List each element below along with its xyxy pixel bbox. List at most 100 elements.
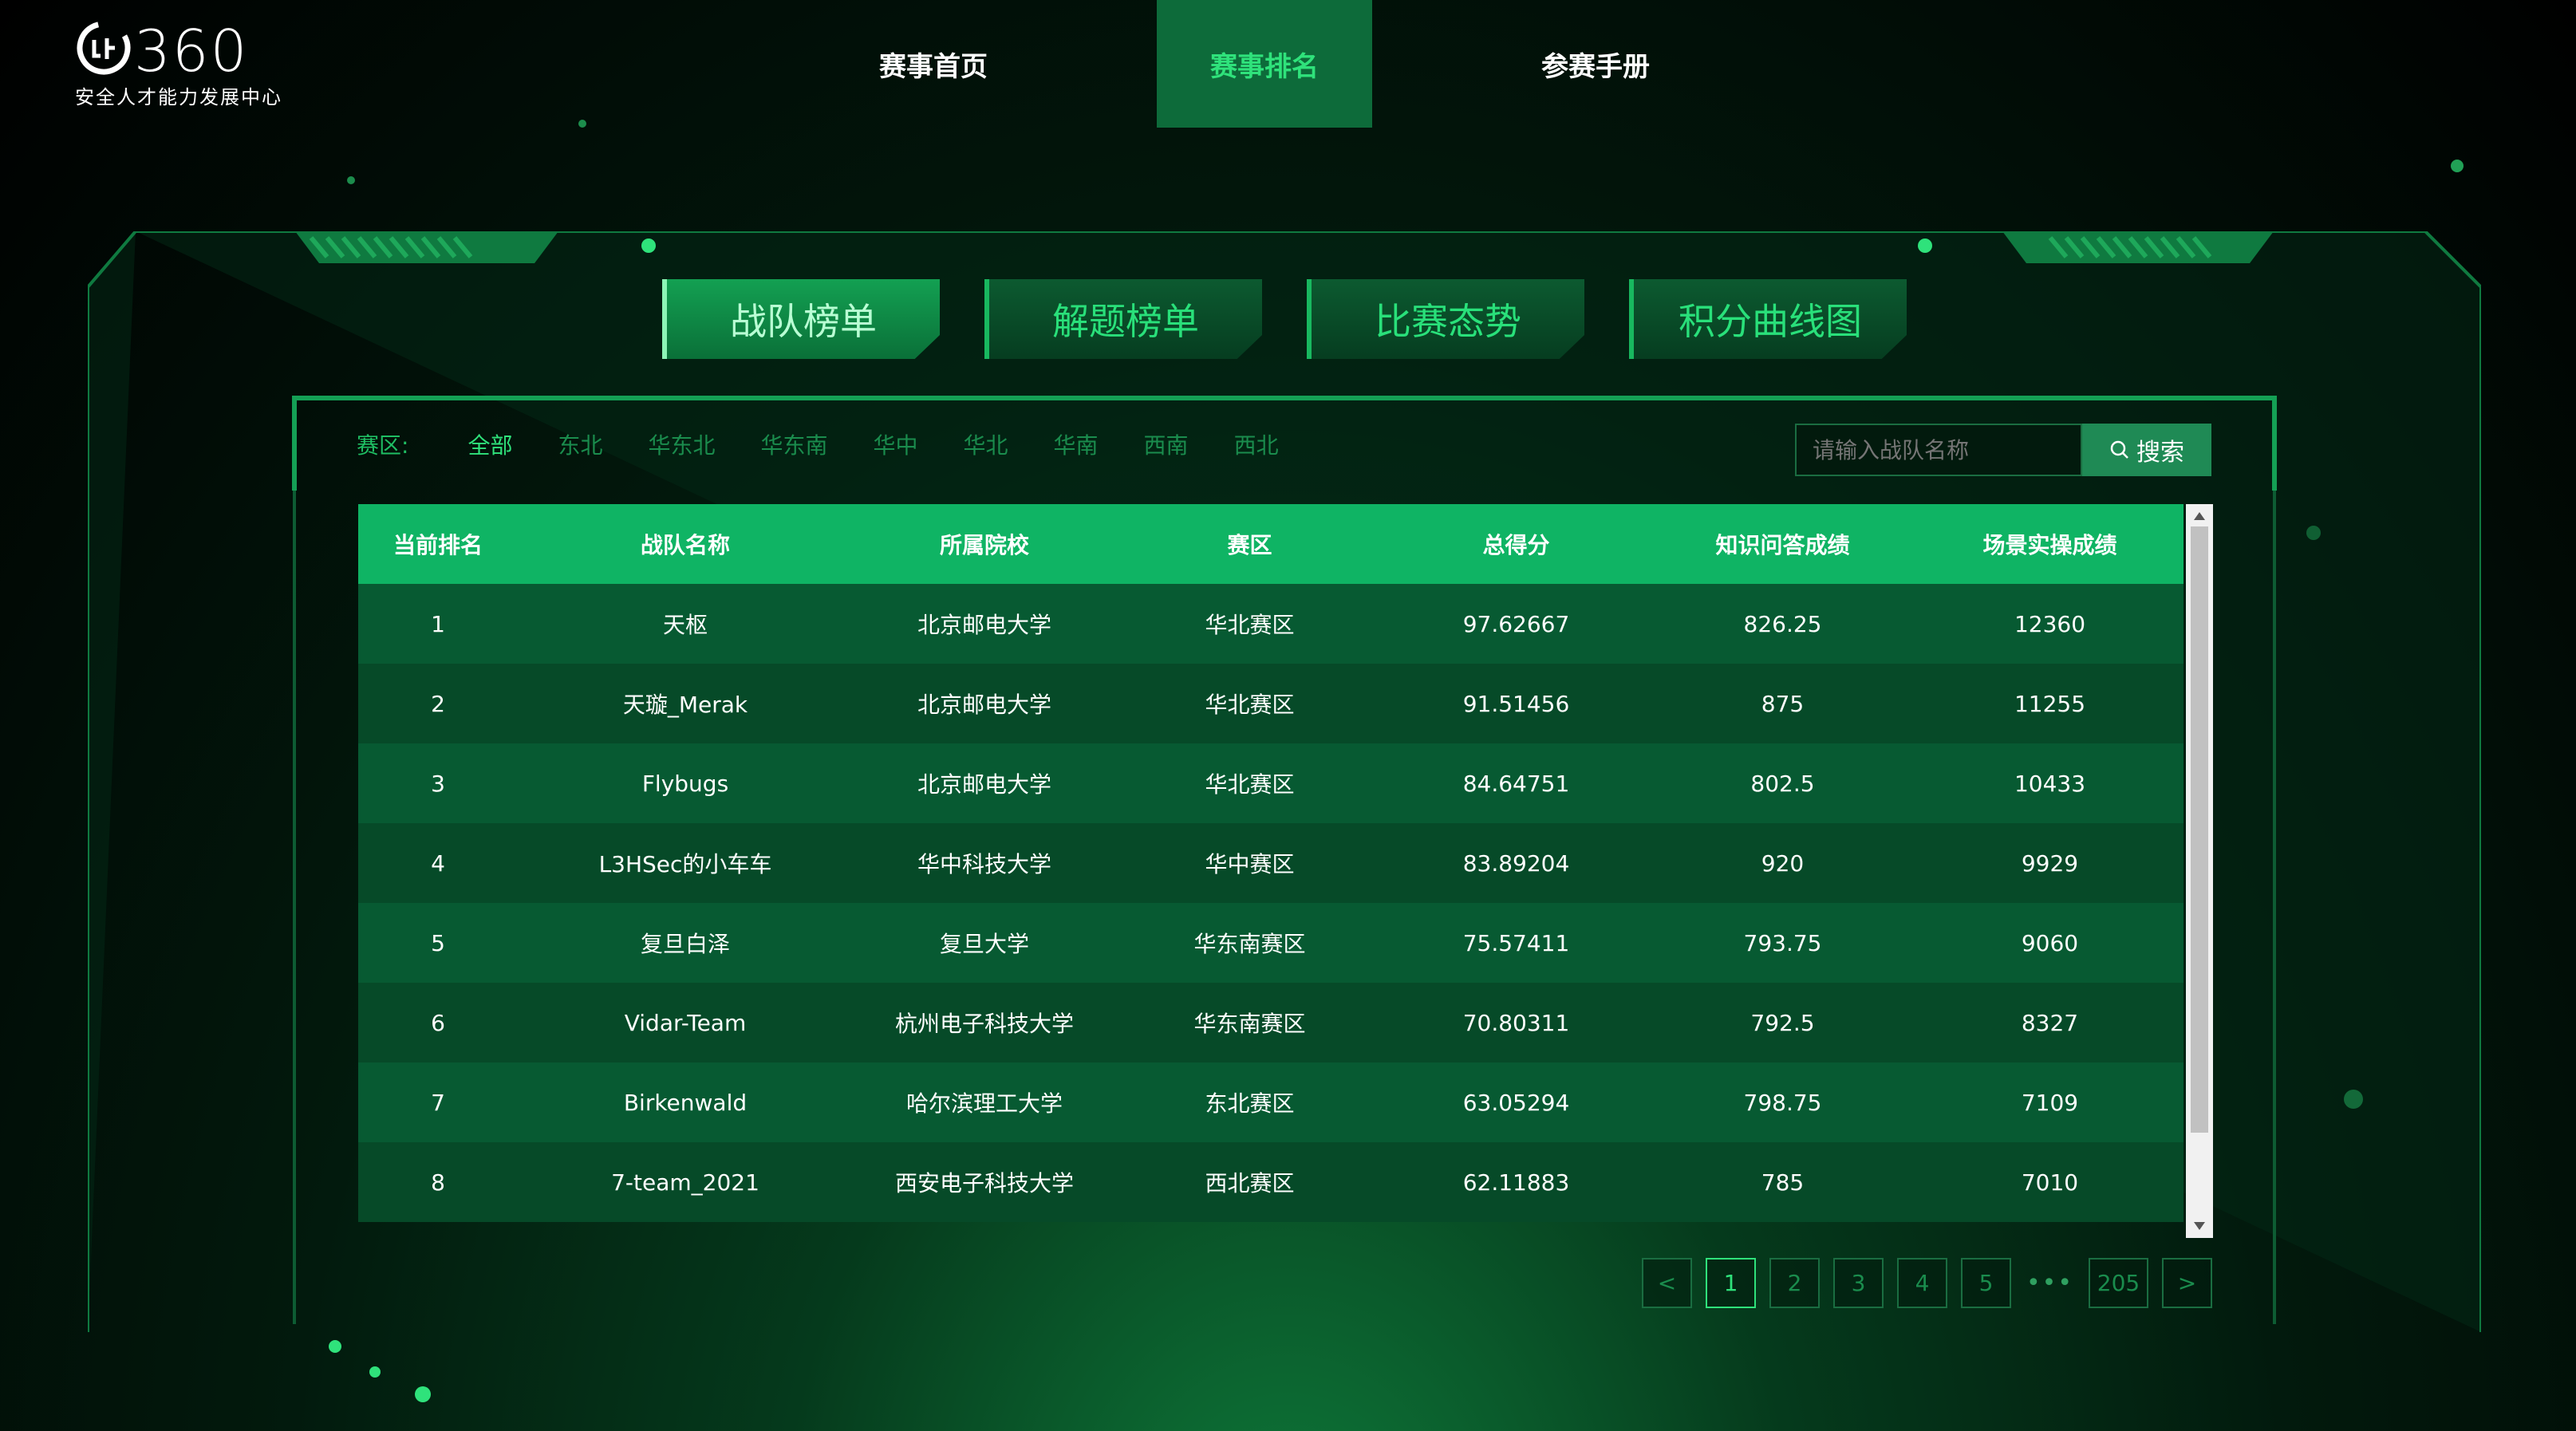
region-northeast[interactable]: 东北 <box>558 428 602 460</box>
cell-region: 华北赛区 <box>1205 692 1295 718</box>
ranking-panel: 赛区: 全部 东北 华东北 华东南 华中 华北 华南 西南 西北 搜索 当前排名… <box>291 395 2281 1324</box>
region-southwest[interactable]: 西南 <box>1144 428 1189 460</box>
table-row[interactable]: 6 Vidar-Team 杭州电子科技大学 华东南赛区 70.80311 792… <box>358 983 2183 1062</box>
table-body: 1 天枢 北京邮电大学 华北赛区 97.62667 826.25 12360 2… <box>358 584 2183 1222</box>
cell-region: 华北赛区 <box>1205 612 1295 638</box>
top-header: 360 安全人才能力发展中心 赛事首页 赛事排名 参赛手册 <box>0 0 2576 128</box>
cell-practice-score: 8327 <box>2021 1009 2079 1036</box>
cell-rank: 4 <box>431 850 445 877</box>
cell-school: 哈尔滨理工大学 <box>905 1090 1063 1117</box>
cell-school: 北京邮电大学 <box>917 692 1051 718</box>
cell-region: 华北赛区 <box>1205 771 1295 798</box>
region-north[interactable]: 华北 <box>964 428 1008 460</box>
logo-text: 360 <box>134 18 249 85</box>
logo[interactable]: 360 安全人才能力发展中心 <box>72 16 303 112</box>
pagination-ellipsis[interactable]: ••• <box>2025 1258 2075 1308</box>
region-central[interactable]: 华中 <box>874 428 918 460</box>
search-icon <box>2110 440 2128 459</box>
cell-school: 北京邮电大学 <box>917 612 1051 638</box>
cell-total-score: 62.11883 <box>1462 1169 1570 1196</box>
ranking-table: 当前排名 战队名称 所属院校 赛区 总得分 知识问答成绩 场景实操成绩 1 天枢… <box>358 504 2183 1302</box>
cell-team: 天璇_Merak <box>622 692 748 718</box>
table-row[interactable]: 4 L3HSec的小车车 华中科技大学 华中赛区 83.89204 920 99… <box>358 823 2183 903</box>
prev-page-button[interactable]: < <box>1642 1258 1692 1308</box>
column-header-quiz-score: 知识问答成绩 <box>1715 532 1850 558</box>
cell-quiz-score: 875 <box>1761 690 1805 717</box>
cell-practice-score: 9060 <box>2021 929 2079 956</box>
cell-rank: 1 <box>431 610 445 637</box>
page-button-last[interactable]: 205 <box>2089 1258 2148 1308</box>
cell-region: 东北赛区 <box>1205 1090 1295 1117</box>
next-page-button[interactable]: > <box>2162 1258 2212 1308</box>
cell-total-score: 97.62667 <box>1462 610 1570 637</box>
cell-school: 西安电子科技大学 <box>894 1170 1074 1196</box>
page-button-3[interactable]: 3 <box>1833 1258 1884 1308</box>
nav-item-ranking[interactable]: 赛事排名 <box>1157 0 1372 128</box>
cell-school: 复旦大学 <box>939 931 1029 957</box>
cell-team: 7-team_2021 <box>611 1169 759 1196</box>
cell-school: 杭州电子科技大学 <box>894 1011 1074 1037</box>
page-button-5[interactable]: 5 <box>1961 1258 2011 1308</box>
cell-quiz-score: 920 <box>1761 850 1805 877</box>
cell-total-score: 63.05294 <box>1462 1089 1570 1116</box>
cell-practice-score: 7109 <box>2021 1089 2079 1116</box>
region-south[interactable]: 华南 <box>1054 428 1099 460</box>
cell-total-score: 91.51456 <box>1462 690 1570 717</box>
region-northwest[interactable]: 西北 <box>1234 428 1279 460</box>
cell-rank: 8 <box>431 1169 445 1196</box>
tab-team-ranking[interactable]: 战队榜单 <box>662 279 940 359</box>
cell-team: Birkenwald <box>623 1089 748 1116</box>
cell-quiz-score: 792.5 <box>1750 1009 1815 1036</box>
cell-total-score: 70.80311 <box>1462 1009 1570 1036</box>
cell-practice-score: 10433 <box>2014 770 2086 797</box>
table-scrollbar[interactable] <box>2186 504 2213 1238</box>
cell-rank: 3 <box>431 770 445 797</box>
cell-practice-score: 7010 <box>2021 1169 2079 1196</box>
column-header-team: 战队名称 <box>640 532 730 558</box>
table-row[interactable]: 7 Birkenwald 哈尔滨理工大学 东北赛区 63.05294 798.7… <box>358 1062 2183 1142</box>
cell-team: 天枢 <box>662 612 708 638</box>
table-header: 当前排名 战队名称 所属院校 赛区 总得分 知识问答成绩 场景实操成绩 <box>358 504 2183 584</box>
table-row[interactable]: 8 7-team_2021 西安电子科技大学 西北赛区 62.11883 785… <box>358 1142 2183 1222</box>
page-button-4[interactable]: 4 <box>1897 1258 1947 1308</box>
cell-practice-score: 12360 <box>2014 610 2086 637</box>
region-east-south[interactable]: 华东南 <box>760 428 827 460</box>
page-button-1[interactable]: 1 <box>1706 1258 1756 1308</box>
cell-quiz-score: 826.25 <box>1743 610 1822 637</box>
search-button[interactable]: 搜索 <box>2082 424 2211 476</box>
cell-total-score: 84.64751 <box>1462 770 1570 797</box>
region-filter-label: 赛区: <box>357 432 409 459</box>
scroll-up-arrow-icon[interactable] <box>2194 512 2205 520</box>
table-row[interactable]: 2 天璇_Merak 北京邮电大学 华北赛区 91.51456 875 1125… <box>358 664 2183 743</box>
ranking-tabs: 战队榜单 解题榜单 比赛态势 积分曲线图 <box>662 279 1907 359</box>
cell-rank: 5 <box>431 929 445 956</box>
nav-item-manual[interactable]: 参赛手册 <box>1488 0 1703 128</box>
cell-quiz-score: 793.75 <box>1743 929 1822 956</box>
scrollbar-thumb[interactable] <box>2191 526 2208 1133</box>
region-east-north[interactable]: 华东北 <box>648 428 715 460</box>
table-row[interactable]: 5 复旦白泽 复旦大学 华东南赛区 75.57411 793.75 9060 <box>358 903 2183 983</box>
cell-region: 西北赛区 <box>1205 1170 1295 1196</box>
page-button-2[interactable]: 2 <box>1769 1258 1820 1308</box>
tab-solve-ranking[interactable]: 解题榜单 <box>984 279 1262 359</box>
cell-school: 华中科技大学 <box>917 851 1051 877</box>
search-button-label: 搜索 <box>2136 439 2184 467</box>
cell-quiz-score: 802.5 <box>1750 770 1815 797</box>
column-header-practice-score: 场景实操成绩 <box>1982 532 2117 558</box>
cell-total-score: 75.57411 <box>1462 929 1570 956</box>
cell-total-score: 83.89204 <box>1462 850 1570 877</box>
region-all[interactable]: 全部 <box>467 428 512 460</box>
cell-school: 北京邮电大学 <box>917 771 1051 798</box>
nav-item-home[interactable]: 赛事首页 <box>826 0 1041 128</box>
tab-competition-status[interactable]: 比赛态势 <box>1307 279 1584 359</box>
column-header-rank: 当前排名 <box>393 532 483 558</box>
tab-score-curve[interactable]: 积分曲线图 <box>1629 279 1907 359</box>
table-row[interactable]: 3 Flybugs 北京邮电大学 华北赛区 84.64751 802.5 104… <box>358 743 2183 823</box>
logo-mark-icon <box>77 21 131 75</box>
scroll-down-arrow-icon[interactable] <box>2194 1222 2205 1230</box>
cell-practice-score: 9929 <box>2021 850 2079 877</box>
column-header-region: 赛区 <box>1227 532 1272 558</box>
table-row[interactable]: 1 天枢 北京邮电大学 华北赛区 97.62667 826.25 12360 <box>358 584 2183 664</box>
cell-rank: 6 <box>431 1009 445 1036</box>
search-input[interactable] <box>1795 424 2082 476</box>
